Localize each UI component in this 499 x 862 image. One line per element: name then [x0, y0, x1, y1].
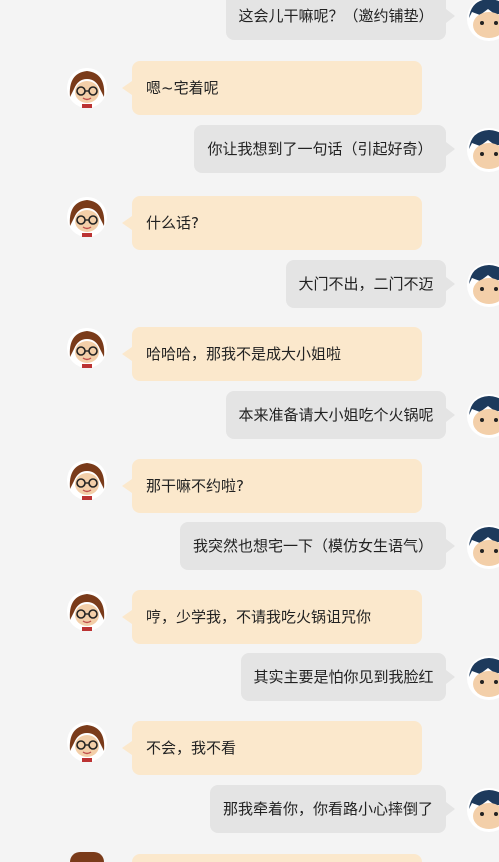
message-bubble-received[interactable]: 什么话?	[122, 196, 422, 250]
message-bubble-received	[132, 854, 422, 862]
chat-thread[interactable]: 这会儿干嘛呢？（邀约铺垫） 嗯~宅着呢 你让我想到了一句话（引起好奇） 什么话?…	[0, 0, 499, 862]
message-bubble-sent[interactable]: 我突然也想宅一下（模仿女生语气）	[180, 522, 455, 570]
message-bubble-sent[interactable]: 其实主要是怕你见到我脸红	[241, 653, 455, 701]
boy-avatar-icon[interactable]	[466, 262, 499, 308]
message-bubble-received[interactable]: 那干嘛不约啦?	[122, 459, 422, 513]
message-bubble-received[interactable]: 不会，我不看	[122, 721, 422, 775]
girl-avatar-icon[interactable]	[66, 721, 108, 763]
message-bubble-received[interactable]: 哼，少学我，不请我吃火锅诅咒你	[122, 590, 422, 644]
girl-avatar-icon[interactable]	[66, 590, 108, 632]
message-bubble-sent[interactable]: 这会儿干嘛呢？（邀约铺垫）	[226, 0, 455, 40]
message-bubble-sent[interactable]: 你让我想到了一句话（引起好奇）	[194, 125, 455, 173]
boy-avatar-icon[interactable]	[466, 655, 499, 701]
message-bubble-sent[interactable]: 大门不出，二门不迈	[286, 260, 455, 308]
girl-avatar-icon[interactable]	[66, 459, 108, 501]
boy-avatar-icon[interactable]	[466, 524, 499, 570]
girl-avatar-icon[interactable]	[66, 327, 108, 369]
boy-avatar-icon[interactable]	[466, 127, 499, 173]
boy-avatar-icon[interactable]	[466, 393, 499, 439]
girl-avatar-icon[interactable]	[66, 67, 108, 109]
girl-avatar-icon	[70, 852, 104, 862]
message-bubble-received[interactable]: 嗯~宅着呢	[122, 61, 422, 115]
message-bubble-sent[interactable]: 那我牵着你，你看路小心摔倒了	[210, 785, 455, 833]
next-message-peek	[0, 850, 499, 862]
message-bubble-sent[interactable]: 本来准备请大小姐吃个火锅呢	[226, 391, 455, 439]
message-bubble-received[interactable]: 哈哈哈，那我不是成大小姐啦	[122, 327, 422, 381]
girl-avatar-icon[interactable]	[66, 196, 108, 238]
boy-avatar-icon[interactable]	[466, 0, 499, 42]
boy-avatar-icon[interactable]	[466, 787, 499, 833]
